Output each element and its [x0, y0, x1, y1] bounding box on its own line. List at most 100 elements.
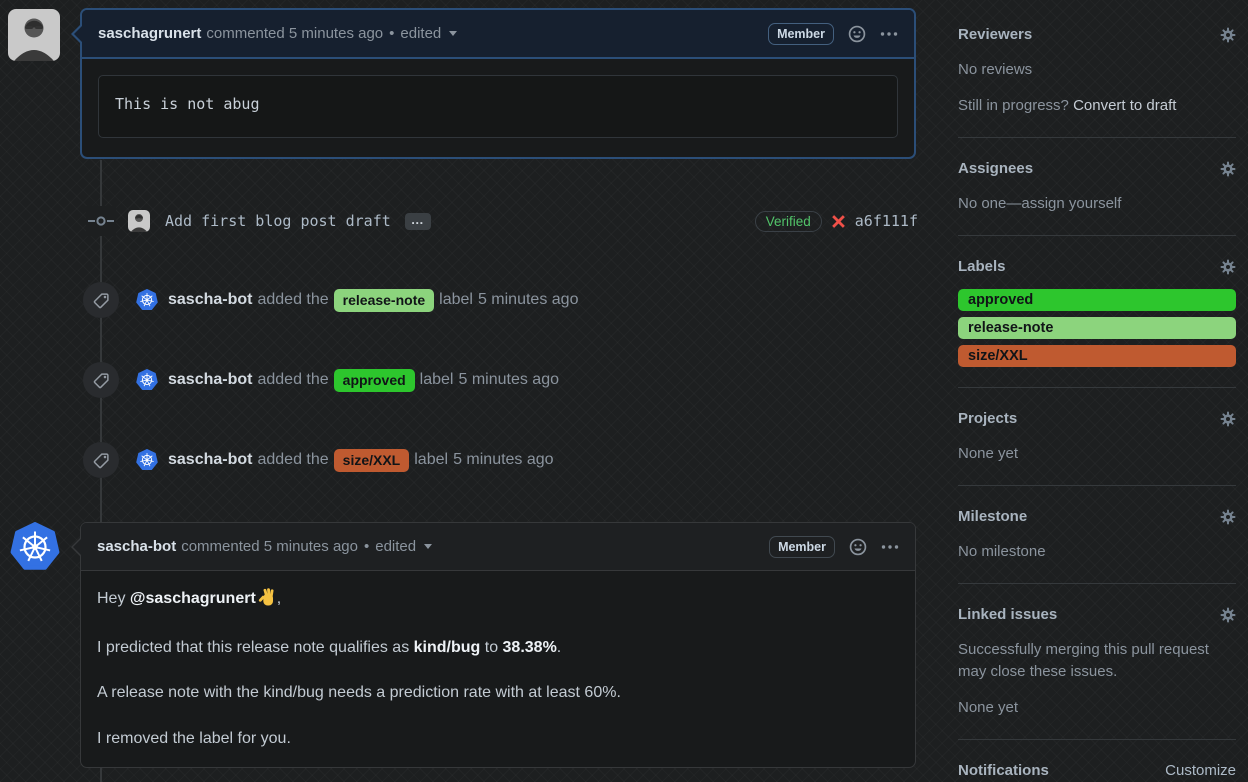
sidebar-section-assignees: Assignees No one—assign yourself	[958, 158, 1236, 215]
customize-link[interactable]: Customize	[1165, 762, 1236, 779]
emoji-reaction-button[interactable]	[848, 25, 866, 43]
sidebar-section-projects: Projects None yet	[958, 408, 1236, 465]
comment-paragraph: A release note with the kind/bug needs a…	[97, 684, 621, 702]
projects-empty-text: None yet	[958, 445, 1019, 462]
sascha-bot-avatar[interactable]	[136, 449, 158, 471]
sascha-bot-avatar[interactable]	[136, 369, 158, 391]
kebab-menu-button[interactable]	[881, 544, 899, 550]
linked-issues-title: Linked issues	[958, 606, 1058, 623]
avatar-sascha-bot[interactable]	[10, 522, 60, 572]
gear-icon[interactable]	[1220, 27, 1236, 43]
comment-timestamp[interactable]: commented 5 minutes ago	[206, 25, 383, 42]
avatar-saschagrunert[interactable]	[8, 9, 60, 61]
sidebar-section-reviewers: Reviewers No reviews Still in progress? …	[958, 24, 1236, 117]
label-chip[interactable]: release-note	[333, 288, 435, 312]
pr-conversation-page: saschagrunert commented 5 minutes ago • …	[0, 0, 1248, 782]
sidebar-section-linked-issues: Linked issues Successfully merging this …	[958, 604, 1236, 719]
reviewers-empty-text: No reviews	[958, 61, 1033, 78]
label-event-size: sascha-bot added the size/XXL label 5 mi…	[80, 442, 918, 478]
event-suffix-text: label	[419, 371, 454, 388]
status-failure-icon[interactable]	[831, 214, 846, 229]
label-chip[interactable]: approved	[958, 289, 1236, 311]
comment-header: sascha-bot commented 5 minutes ago • edi…	[71, 523, 915, 571]
edited-dropdown-icon[interactable]	[424, 544, 433, 549]
comment-author-link[interactable]: sascha-bot	[97, 538, 176, 555]
comment-timestamp[interactable]: commented 5 minutes ago	[181, 538, 358, 555]
comment-saschagrunert: saschagrunert commented 5 minutes ago • …	[71, 8, 916, 159]
event-actor-link[interactable]: sascha-bot	[168, 371, 252, 389]
sidebar-section-labels: Labels approved release-note size/XXL	[958, 256, 1236, 367]
label-chip[interactable]: release-note	[958, 317, 1236, 339]
edited-dropdown-icon[interactable]	[449, 31, 458, 36]
verified-badge[interactable]: Verified	[754, 210, 822, 232]
sidebar-divider	[958, 387, 1236, 388]
label-chip[interactable]: size/XXL	[333, 448, 410, 472]
commit-hash-link[interactable]: a6f111f	[855, 212, 918, 230]
member-badge: Member	[768, 22, 834, 45]
wave-emoji	[258, 588, 277, 611]
sidebar-divider	[958, 583, 1236, 584]
sidebar-divider	[958, 739, 1236, 740]
sidebar-divider	[958, 235, 1236, 236]
mention-link[interactable]: @saschagrunert	[130, 590, 256, 607]
commit-message-link[interactable]: Add first blog post draft	[165, 212, 391, 230]
convert-to-draft-link[interactable]: Convert to draft	[1073, 97, 1176, 114]
event-action-text: added the	[257, 291, 329, 308]
event-suffix-text: label	[439, 291, 473, 308]
comment-caret	[64, 538, 82, 556]
comment-body: Hey @saschagrunert , I predicted that th…	[81, 571, 915, 766]
tag-icon	[83, 362, 119, 398]
sascha-bot-avatar[interactable]	[136, 289, 158, 311]
projects-title: Projects	[958, 410, 1018, 427]
commit-event: Add first blog post draft … Verified a6f…	[80, 204, 918, 238]
label-chip[interactable]: approved	[333, 368, 415, 392]
label-chip[interactable]: size/XXL	[958, 345, 1236, 367]
comment-caret	[65, 25, 83, 43]
milestone-empty-text: No milestone	[958, 543, 1046, 560]
milestone-title: Milestone	[958, 508, 1028, 525]
comment-paragraph: I removed the label for you.	[97, 729, 291, 747]
draft-hint-text: Still in progress?	[958, 97, 1069, 114]
sidebar-divider	[958, 485, 1236, 486]
member-badge: Member	[769, 535, 835, 558]
kebab-menu-button[interactable]	[880, 31, 898, 37]
comment-header: saschagrunert commented 5 minutes ago • …	[71, 10, 914, 59]
assignees-empty-text[interactable]: No one—assign yourself	[958, 193, 1236, 215]
sidebar-section-milestone: Milestone No milestone	[958, 506, 1236, 563]
commit-expand-button[interactable]: …	[404, 212, 431, 230]
reviewers-title: Reviewers	[958, 26, 1033, 43]
comment-paragraph: I predicted that this release note quali…	[97, 639, 562, 657]
comment-body: This is not abug	[82, 59, 914, 154]
event-suffix-text: label	[414, 451, 449, 468]
notifications-title: Notifications	[958, 762, 1049, 779]
event-action-text: added the	[257, 451, 329, 468]
sidebar: Reviewers No reviews Still in progress? …	[958, 0, 1236, 781]
tag-icon	[83, 442, 119, 478]
gear-icon[interactable]	[1220, 161, 1236, 177]
emoji-reaction-button[interactable]	[849, 538, 867, 556]
event-actor-link[interactable]: sascha-bot	[168, 291, 252, 309]
assignees-title: Assignees	[958, 160, 1034, 177]
event-actor-link[interactable]: sascha-bot	[168, 451, 252, 469]
gear-icon[interactable]	[1220, 607, 1236, 623]
commit-author-avatar[interactable]	[128, 210, 150, 232]
event-time-link[interactable]: 5 minutes ago	[458, 371, 559, 389]
edited-label[interactable]: edited	[375, 538, 416, 555]
separator-dot: •	[389, 25, 395, 42]
labels-title: Labels	[958, 258, 1006, 275]
comment-code-block: This is not abug	[98, 75, 898, 138]
linked-issues-description: Successfully merging this pull request m…	[958, 641, 1209, 680]
label-event-approved: sascha-bot added the approved label 5 mi…	[80, 362, 918, 398]
gear-icon[interactable]	[1220, 411, 1236, 427]
git-commit-icon	[86, 206, 116, 236]
gear-icon[interactable]	[1220, 259, 1236, 275]
gear-icon[interactable]	[1220, 509, 1236, 525]
event-time-link[interactable]: 5 minutes ago	[478, 291, 579, 309]
edited-label[interactable]: edited	[400, 25, 441, 42]
separator-dot: •	[363, 538, 370, 555]
event-time-link[interactable]: 5 minutes ago	[453, 451, 554, 469]
comment-sascha-bot: sascha-bot commented 5 minutes ago • edi…	[71, 522, 916, 768]
event-action-text: added the	[257, 371, 329, 388]
comment-author-link[interactable]: saschagrunert	[98, 25, 201, 42]
sidebar-divider	[958, 137, 1236, 138]
